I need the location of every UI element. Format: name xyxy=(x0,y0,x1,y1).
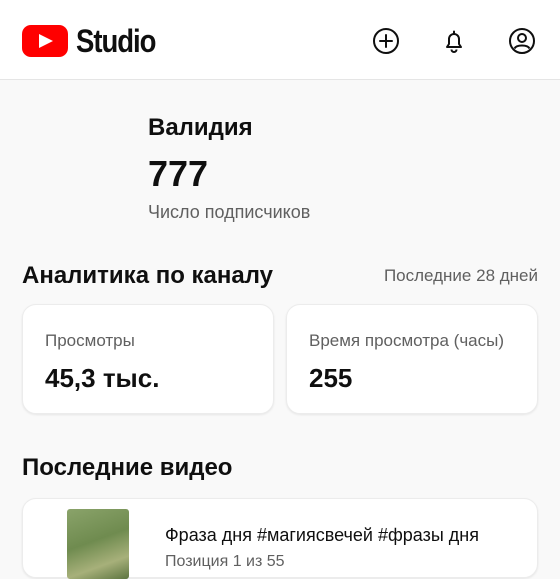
subscriber-count: 777 xyxy=(148,153,209,194)
watch-time-label: Время просмотра (часы) xyxy=(309,331,505,350)
views-label: Просмотры xyxy=(45,331,135,350)
views-value: 45,3 тыс. xyxy=(45,363,160,393)
video-thumbnail[interactable] xyxy=(67,509,129,579)
notifications-icon[interactable] xyxy=(439,26,469,56)
video-title: Фраза дня #магиясвечей #фразы дня xyxy=(165,525,479,545)
video-list-item[interactable]: Фраза дня #магиясвечей #фразы дня Позици… xyxy=(22,498,538,579)
account-icon[interactable] xyxy=(507,26,537,56)
views-card[interactable]: Просмотры 45,3 тыс. xyxy=(22,304,274,414)
logo-text: Studio xyxy=(76,22,156,59)
video-meta: Позиция 1 из 55 xyxy=(165,553,285,570)
channel-name: Валидия xyxy=(148,114,253,141)
analytics-section-title: Аналитика по каналу xyxy=(22,262,274,289)
channel-summary: Валидия 777 Число подписчиков xyxy=(148,112,310,223)
recent-videos-title: Последние видео xyxy=(22,454,233,481)
youtube-play-icon xyxy=(22,25,68,57)
watch-time-value: 255 xyxy=(309,363,353,393)
subscriber-label: Число подписчиков xyxy=(148,202,311,222)
youtube-studio-logo[interactable]: Studio xyxy=(22,22,168,59)
create-icon[interactable] xyxy=(371,26,401,56)
watch-time-card[interactable]: Время просмотра (часы) 255 xyxy=(286,304,538,414)
analytics-period: Последние 28 дней xyxy=(383,266,538,285)
top-app-bar: Studio xyxy=(0,0,560,80)
